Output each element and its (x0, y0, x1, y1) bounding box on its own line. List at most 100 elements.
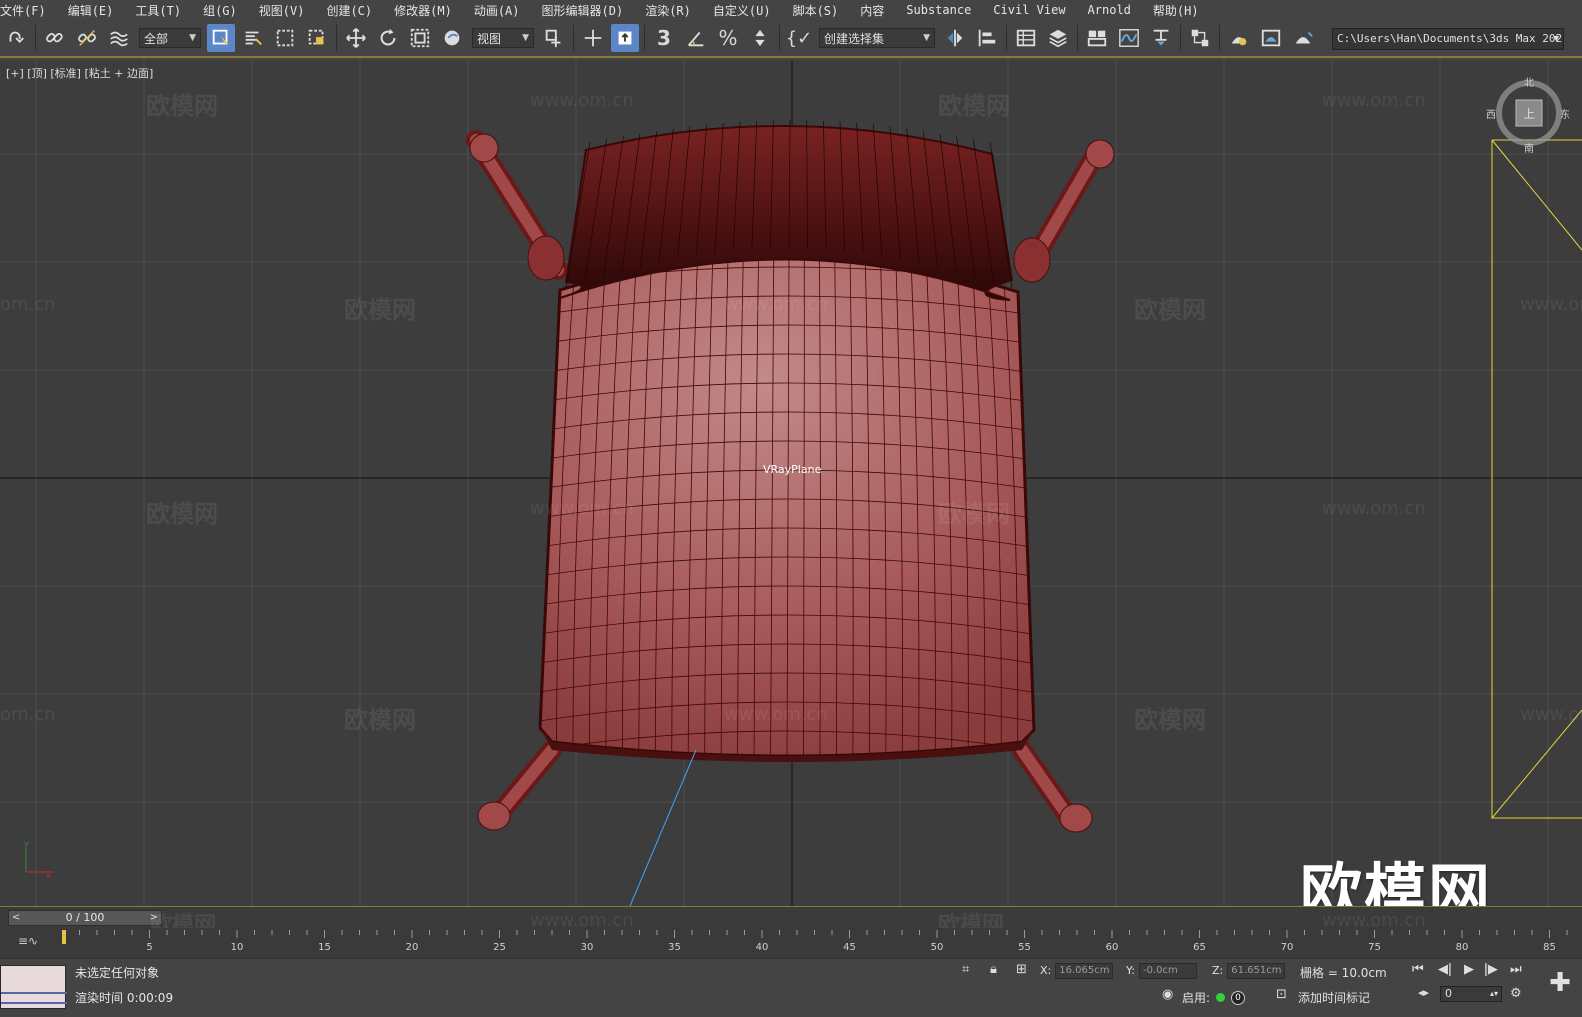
time-tag-icon[interactable]: ⊡ (1276, 987, 1287, 1002)
menu-item[interactable]: 帮助(H) (1142, 2, 1210, 19)
maxscript-listener-mini[interactable] (0, 965, 67, 1009)
rendered-frame-window-icon[interactable] (1257, 24, 1285, 52)
scale-icon[interactable] (406, 24, 434, 52)
enable-toggle[interactable]: 启用: 0 (1182, 989, 1246, 1006)
selection-lock-icon[interactable]: 🔒︎ (990, 962, 997, 977)
adaptive-degradation-icon[interactable]: ◉ (1162, 987, 1173, 1002)
viewcube-north[interactable]: 北 (1524, 74, 1534, 89)
rect-selection-icon[interactable] (271, 24, 299, 52)
menu-item[interactable]: Civil View (982, 3, 1076, 17)
select-manipulate-icon[interactable] (579, 24, 607, 52)
watermark-url: www.om.cn (1322, 498, 1426, 519)
bind-spacewarp-icon[interactable] (105, 24, 133, 52)
chevron-down-icon: ▼ (923, 33, 930, 43)
pivot-center-icon[interactable] (540, 24, 568, 52)
viewcube-west[interactable]: 西 (1486, 106, 1496, 121)
viewcube-east[interactable]: 东 (1560, 106, 1570, 121)
goto-start-icon[interactable]: ⏮ (1412, 962, 1424, 977)
key-mode-icon[interactable]: ◂▸ (1418, 986, 1429, 999)
add-panel-button[interactable]: ✚ (1545, 969, 1575, 999)
menu-item[interactable]: 图形编辑器(D) (531, 2, 635, 19)
menu-item[interactable]: 工具(T) (124, 2, 192, 19)
time-slider-thumb[interactable]: < 0 / 100 > (8, 910, 162, 926)
top-viewport[interactable]: y x [+] [顶] [标准] [粘土 + 边面] VRayPlane 欧模网… (0, 60, 1582, 906)
edit-named-selection-icon[interactable]: {✓ (785, 24, 813, 52)
link-icon[interactable] (41, 24, 69, 52)
z-coordinate-field[interactable]: 61.651cm (1227, 963, 1286, 979)
x-coordinate-field[interactable]: 16.065cm (1055, 963, 1114, 979)
y-coordinate-field[interactable]: -0.0cm (1138, 963, 1197, 979)
track-bar[interactable]: ≡∿ 5 10 15 20 25 30 35 40 45 50 55 60 65 70 75 80 85 (0, 928, 1582, 958)
menu-item[interactable]: 动画(A) (463, 2, 531, 19)
menu-item[interactable]: 创建(C) (315, 2, 383, 19)
schematic-view-icon[interactable] (1147, 24, 1175, 52)
frame-ruler[interactable]: 5 10 15 20 25 30 35 40 45 50 55 60 65 70 75 80 85 (62, 930, 1582, 958)
menu-item[interactable]: 组(G) (192, 2, 248, 19)
mini-curve-editor-icon[interactable]: ≡∿ (18, 934, 38, 948)
percent-snap-icon[interactable]: % (714, 24, 742, 52)
ruler-tick-label: 65 (1193, 942, 1206, 953)
menu-item[interactable]: Substance (895, 3, 982, 17)
time-config-icon[interactable]: ⚙ (1510, 986, 1522, 1001)
add-time-tag[interactable]: 添加时间标记 (1298, 989, 1370, 1006)
rotate-icon[interactable] (374, 24, 402, 52)
reference-coord-value: 视图 (477, 31, 502, 46)
grid-size: 栅格 = 10.0cm (1300, 966, 1387, 980)
menu-item[interactable]: 修改器(M) (383, 2, 463, 19)
menu-item[interactable]: 编辑(E) (57, 2, 125, 19)
spinner-icon[interactable]: ▴▾ (1490, 987, 1498, 1001)
mirror-icon[interactable] (941, 24, 969, 52)
reference-coord-dropdown[interactable]: 视图 ▼ (472, 28, 534, 48)
isolate-selection-icon[interactable]: ⌗ (962, 962, 969, 977)
window-crossing-icon[interactable] (303, 24, 331, 52)
select-by-name-icon[interactable] (239, 24, 267, 52)
curve-editor-icon[interactable] (1115, 24, 1143, 52)
project-path-field[interactable]: C:\Users\Han\Documents\3ds Max 2022 ▼ (1332, 28, 1564, 50)
viewcube[interactable]: 上 北 西 东 南 (1486, 78, 1570, 155)
menu-item[interactable]: 内容 (849, 2, 895, 19)
keyboard-shortcut-toggle-icon[interactable] (611, 24, 639, 52)
material-editor-icon[interactable] (1186, 24, 1214, 52)
angle-snap-icon[interactable] (682, 24, 710, 52)
menu-item[interactable]: 脚本(S) (782, 2, 850, 19)
render-production-icon[interactable] (1289, 24, 1317, 52)
ruler-tick-label: 35 (668, 942, 681, 953)
place-icon[interactable] (438, 24, 466, 52)
previous-frame-icon[interactable]: ◀ǀ (1438, 962, 1452, 977)
menu-item[interactable]: 渲染(R) (634, 2, 702, 19)
viewport-label[interactable]: [+] [顶] [标准] [粘土 + 边面] (6, 65, 153, 81)
move-icon[interactable] (342, 24, 370, 52)
chevron-down-icon: ▼ (522, 33, 529, 43)
snaps-toggle-icon[interactable]: 3 (650, 24, 678, 52)
align-icon[interactable] (973, 24, 1001, 52)
ruler-tick-label: 85 (1543, 942, 1556, 953)
named-selection-dropdown[interactable]: 创建选择集 ▼ (819, 28, 935, 48)
play-icon[interactable]: ▶ (1464, 962, 1474, 977)
menu-item[interactable]: 视图(V) (248, 2, 316, 19)
menu-item[interactable]: 自定义(U) (702, 2, 782, 19)
select-object-icon[interactable] (207, 24, 235, 52)
current-frame-field[interactable]: 0 ▴▾ (1440, 986, 1502, 1002)
absolute-mode-icon[interactable]: ⊞ (1016, 962, 1027, 977)
chevron-left-icon[interactable]: < (12, 911, 20, 925)
scene-explorer-icon[interactable] (1012, 24, 1040, 52)
unlink-icon[interactable] (73, 24, 101, 52)
spinner-snap-icon[interactable] (746, 24, 774, 52)
watermark-url: www.om.cn (1520, 294, 1582, 315)
time-slider[interactable]: < 0 / 100 > 欧模网 www.om.cn 欧模网 www.om.cn (0, 906, 1582, 938)
goto-end-icon[interactable]: ⏭ (1510, 962, 1522, 977)
viewport-canvas[interactable]: y x (0, 60, 1582, 906)
menu-item[interactable]: Arnold (1077, 3, 1142, 17)
render-setup-icon[interactable] (1225, 24, 1253, 52)
viewcube-south[interactable]: 南 (1524, 140, 1534, 155)
watermark-url: www.om.cn (1520, 704, 1582, 725)
layer-explorer-icon[interactable] (1044, 24, 1072, 52)
ruler-tick-label: 20 (406, 942, 419, 953)
ruler-tick-label: 30 (581, 942, 594, 953)
redo-icon[interactable] (2, 24, 30, 52)
selection-filter-dropdown[interactable]: 全部 ▼ (139, 28, 201, 48)
toggle-ribbon-icon[interactable] (1083, 24, 1111, 52)
menu-item[interactable]: 文件(F) (0, 2, 57, 19)
z-coordinate: Z: 61.651cm (1212, 963, 1286, 979)
next-frame-icon[interactable]: ǀ▶ (1484, 962, 1498, 977)
